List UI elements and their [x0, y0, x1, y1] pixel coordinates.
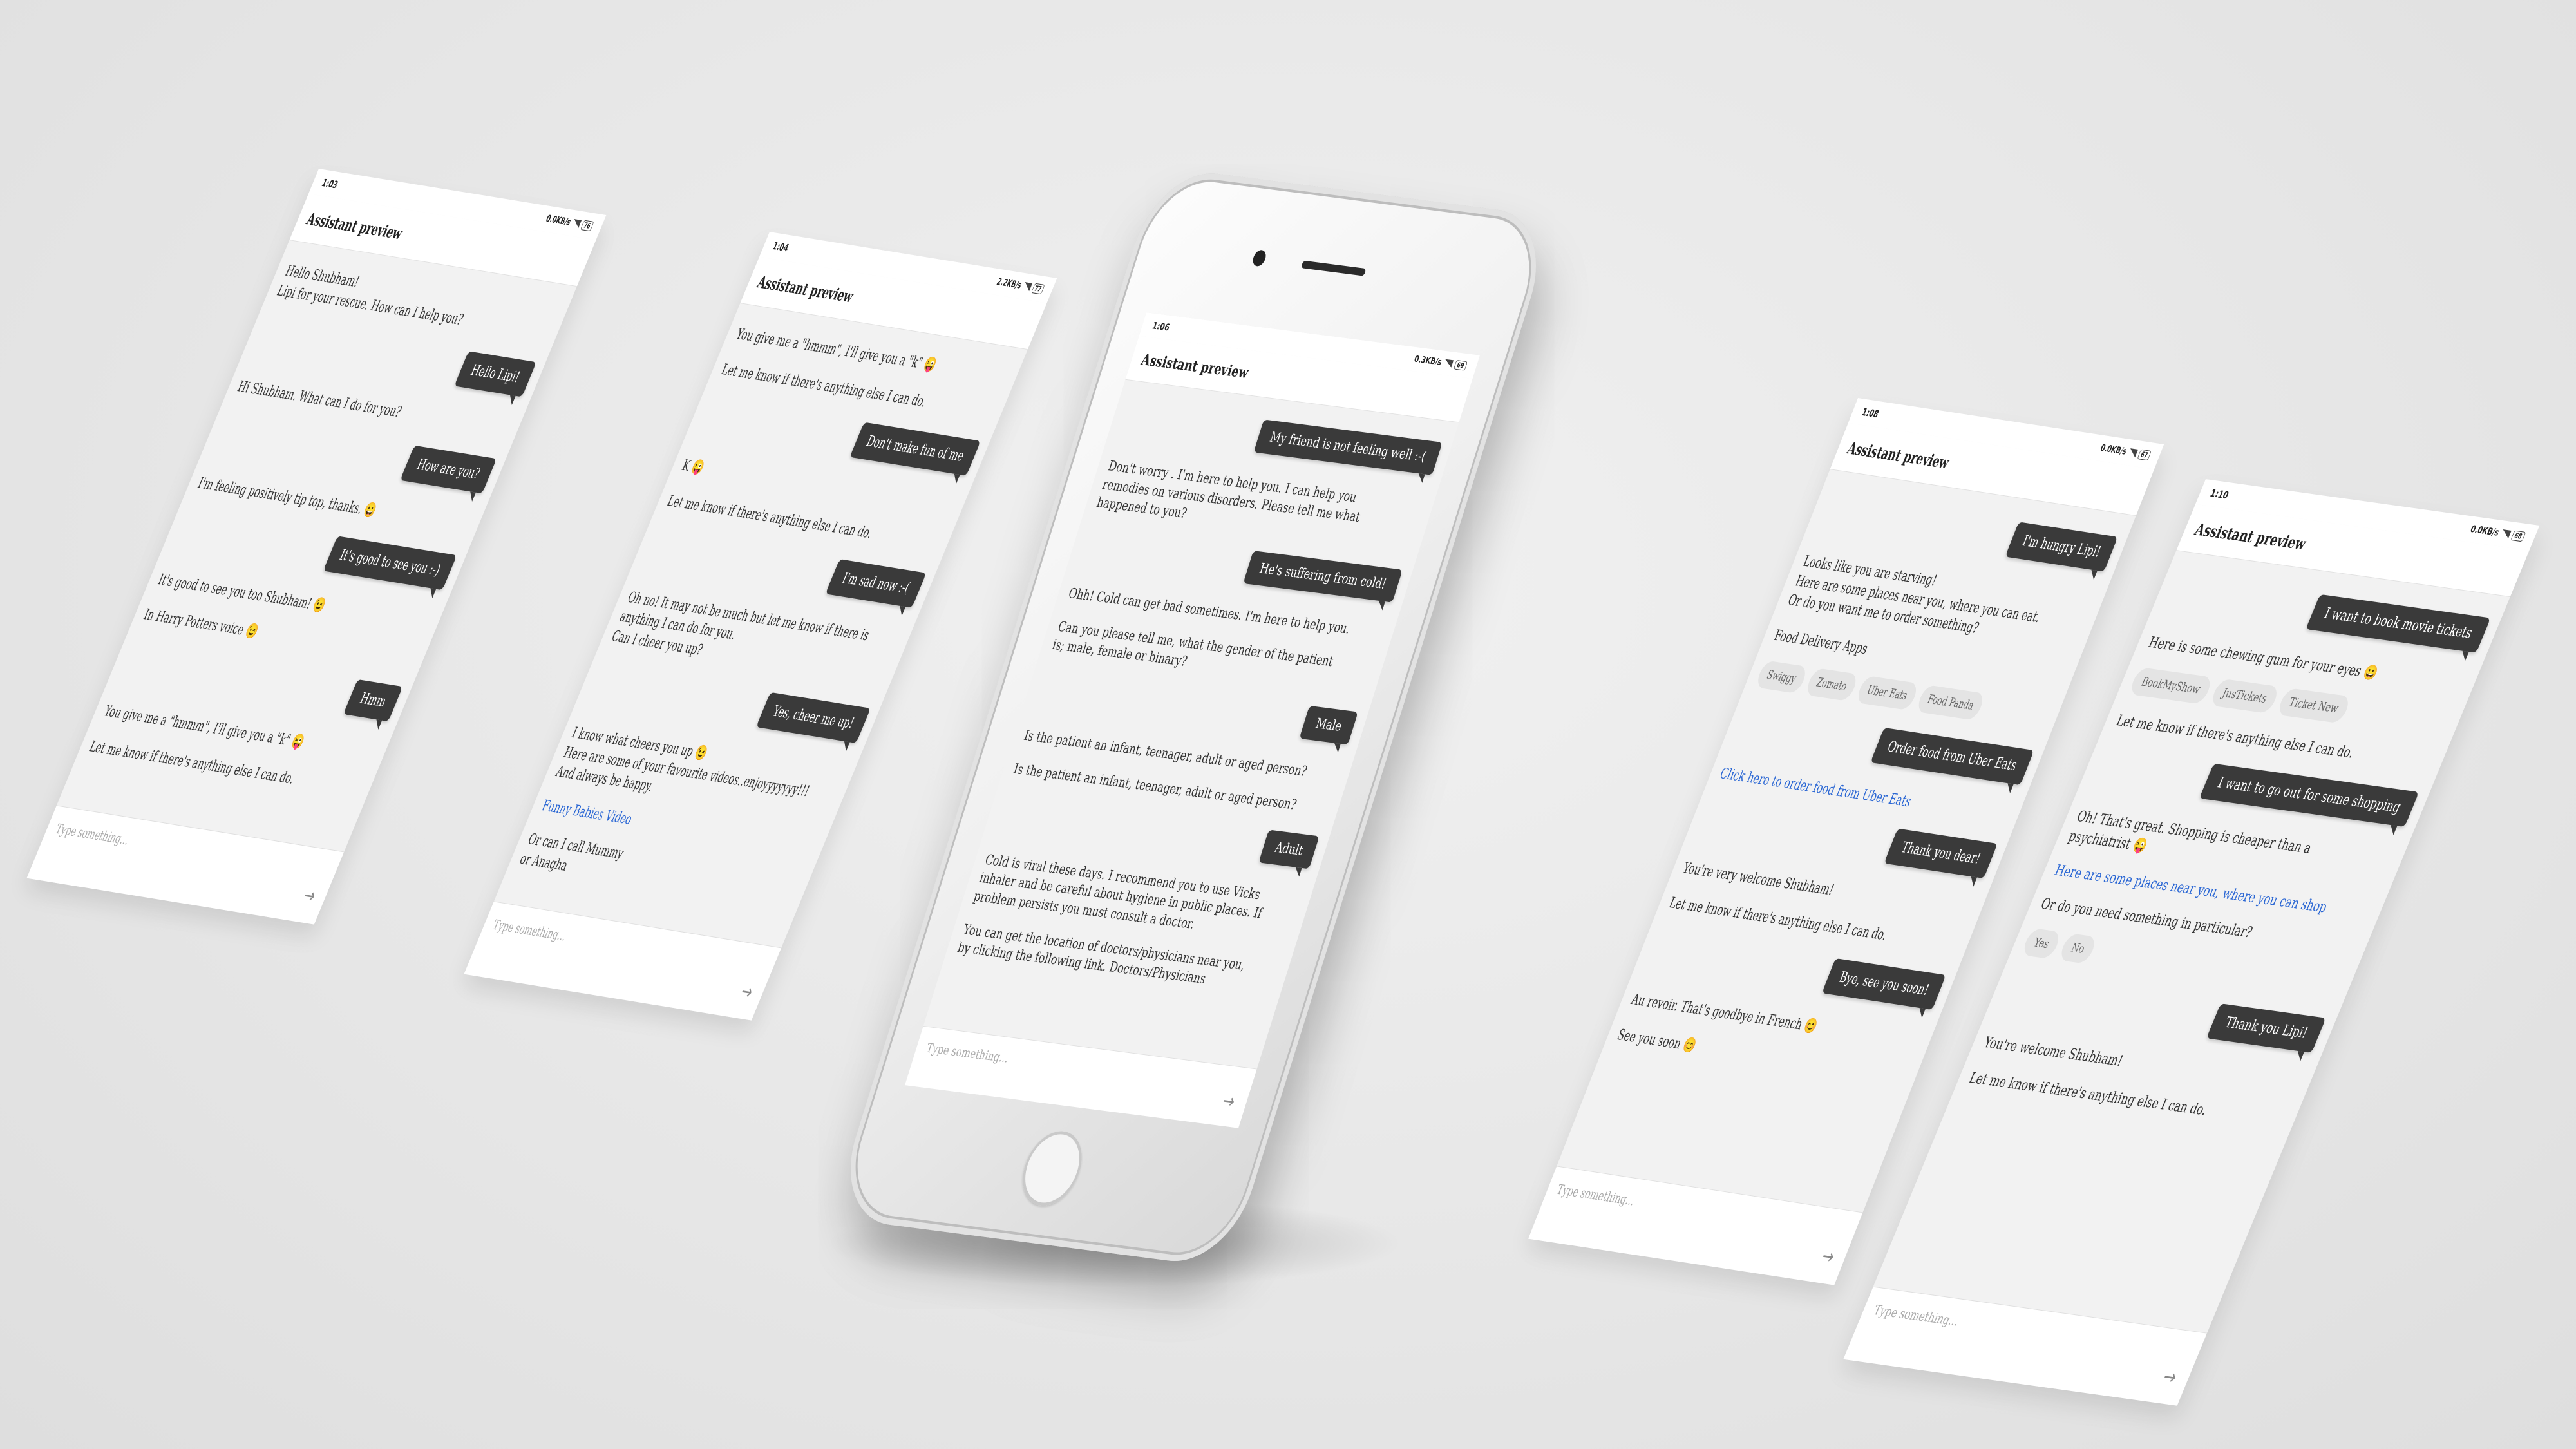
bot-message: Don't worry . I'm here to help you. I ca…	[1094, 458, 1363, 526]
chat-log: My friend is not feeling well :-(Don't w…	[943, 380, 1459, 1007]
suggestion-chip[interactable]: Uber Eats	[1855, 675, 1920, 711]
bot-message: I'm feeling positively tip top, thanks. …	[195, 475, 379, 520]
suggestion-chip[interactable]: No	[2058, 933, 2098, 965]
battery-icon: 68	[2510, 529, 2526, 542]
message-input[interactable]: Type something... →	[905, 1025, 1257, 1128]
user-message-bubble: My friend is not feeling well :-(	[1253, 419, 1443, 475]
user-message-bubble: Thank you Lipi!	[2206, 1003, 2326, 1054]
status-time: 1:03	[319, 176, 340, 191]
user-message-bubble: I want to book movie tickets	[2306, 594, 2491, 653]
signal-icon	[571, 219, 582, 229]
input-placeholder: Type something...	[490, 916, 569, 944]
suggestion-chip[interactable]: Yes	[2020, 928, 2063, 960]
message-input[interactable]: Type something... →	[464, 901, 782, 1021]
send-arrow-icon[interactable]: →	[2159, 1365, 2181, 1390]
mockup-scene: 1:03 0.0KB/s 76 Assistant preview Hello …	[0, 0, 2576, 1449]
battery-icon: 76	[580, 219, 594, 231]
send-arrow-icon[interactable]: →	[299, 884, 319, 908]
user-message-bubble: Don't make fun of me	[849, 422, 981, 477]
user-message-bubble: I want to go out for some shopping	[2199, 764, 2420, 828]
user-message-bubble: Bye, see you soon!	[1822, 958, 1946, 1010]
input-placeholder: Type something...	[1871, 1302, 1962, 1329]
bot-message: Hi Shubham. What can I do for you?	[234, 378, 404, 421]
battery-icon: 77	[1030, 282, 1045, 294]
user-message-bubble: How are you?	[400, 445, 497, 494]
battery-icon: 67	[2137, 448, 2152, 460]
suggestion-chip[interactable]: JusTickets	[2209, 678, 2280, 714]
network-speed: 2.2KB/s	[995, 276, 1023, 291]
user-message-bubble: Hello Lipi!	[453, 351, 536, 397]
signal-icon	[1443, 359, 1454, 368]
home-button[interactable]	[1014, 1128, 1091, 1209]
message-input[interactable]: Type something... →	[1843, 1286, 2208, 1406]
user-message-bubble: Order food from Uber Eats	[1870, 727, 2034, 785]
chat-log: Hello Shubham! Lipi for your rescue. How…	[74, 240, 577, 809]
status-time: 1:04	[770, 240, 791, 254]
user-message-bubble: Yes, cheer me up!	[756, 692, 871, 743]
user-message-bubble: He's suffering from cold!	[1243, 551, 1403, 603]
network-speed: 0.0KB/s	[2468, 524, 2501, 538]
chat-log: You give me a "hmmm", I'll give you a "k…	[505, 303, 1028, 922]
user-message-bubble: Thank you dear!	[1884, 828, 1998, 878]
input-placeholder: Type something...	[1554, 1181, 1638, 1209]
message-input[interactable]: Type something... →	[26, 805, 345, 925]
signal-icon	[1021, 282, 1032, 292]
status-time: 1:08	[1860, 406, 1881, 421]
suggestion-chip[interactable]: Zomato	[1804, 667, 1860, 701]
signal-icon	[2499, 529, 2512, 539]
speaker-grille	[1301, 260, 1367, 276]
user-message-bubble: I'm sad now :-(	[825, 558, 927, 608]
send-arrow-icon[interactable]: →	[1818, 1244, 1838, 1269]
signal-icon	[2127, 448, 2138, 458]
message-input[interactable]: Type something... →	[1528, 1166, 1863, 1285]
send-arrow-icon[interactable]: →	[737, 980, 756, 1004]
bot-message: Oh no! It may not be much but let me kno…	[609, 589, 872, 659]
send-arrow-icon[interactable]: →	[1220, 1090, 1238, 1113]
status-time: 1:06	[1151, 319, 1171, 334]
chat-screen-1: 1:03 0.0KB/s 76 Assistant preview Hello …	[26, 169, 607, 925]
network-speed: 0.0KB/s	[544, 213, 573, 228]
input-placeholder: Type something...	[53, 820, 132, 848]
user-message-bubble: It's good to see you :-)	[323, 536, 457, 591]
suggestion-chip[interactable]: Food Panda	[1915, 684, 1987, 721]
user-message-bubble: Adult	[1258, 829, 1320, 869]
user-message-bubble: Hmm	[343, 679, 403, 722]
input-placeholder: Type something...	[924, 1040, 1011, 1066]
suggestion-chip[interactable]: Ticket New	[2275, 687, 2352, 724]
suggestion-chip[interactable]: Swiggy	[1754, 659, 1809, 694]
battery-icon: 69	[1453, 359, 1468, 371]
network-speed: 0.0KB/s	[2098, 442, 2128, 457]
network-speed: 0.3KB/s	[1412, 354, 1443, 368]
status-time: 1:10	[2208, 487, 2231, 502]
user-message-bubble: Male	[1299, 705, 1358, 745]
suggestion-chip[interactable]: BookMyShow	[2128, 667, 2214, 705]
front-camera-icon	[1251, 249, 1268, 267]
user-message-bubble: I'm hungry Lipi!	[2005, 522, 2118, 572]
